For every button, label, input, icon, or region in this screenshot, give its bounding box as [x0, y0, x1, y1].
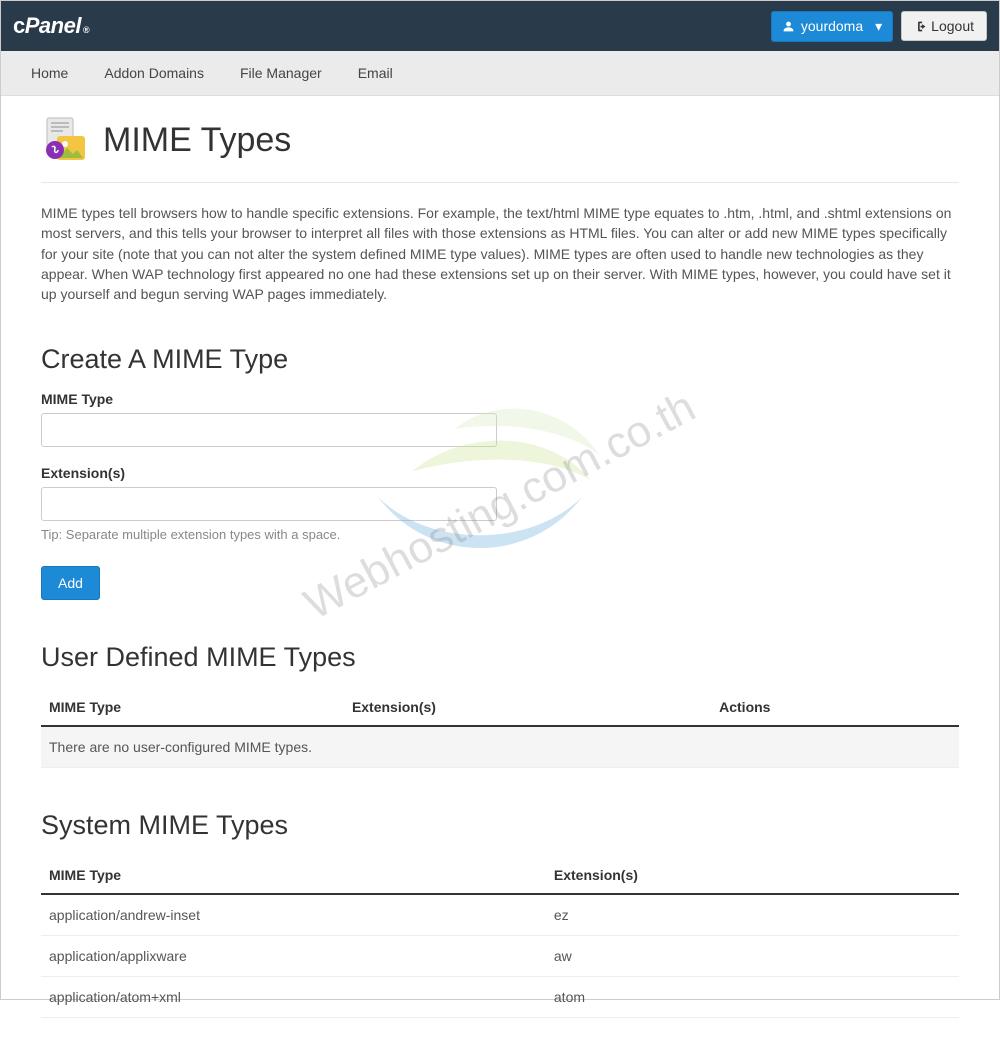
- extensions-input[interactable]: [41, 487, 497, 521]
- extensions-tip: Tip: Separate multiple extension types w…: [41, 527, 959, 542]
- table-row: application/applixwareaw: [41, 936, 959, 977]
- page-header: MIME Types: [41, 116, 959, 183]
- top-bar: cPanel® yourdoma ▾ Logout: [1, 1, 999, 51]
- system-row-ext: aw: [546, 936, 959, 977]
- user-label: yourdoma: [801, 18, 863, 34]
- add-button[interactable]: Add: [41, 566, 100, 600]
- mime-types-icon: [41, 116, 89, 164]
- system-table-col-mime: MIME Type: [41, 857, 546, 894]
- system-table: MIME Type Extension(s) application/andre…: [41, 857, 959, 1018]
- system-row-mime: application/applixware: [41, 936, 546, 977]
- page-content: MIME Types MIME types tell browsers how …: [1, 96, 999, 1038]
- user-table-col-ext: Extension(s): [344, 689, 711, 726]
- nav-item-addon-domains[interactable]: Addon Domains: [86, 51, 222, 95]
- mime-type-label: MIME Type: [41, 391, 959, 407]
- user-table-empty-text: There are no user-configured MIME types.: [41, 726, 959, 768]
- create-heading: Create A MIME Type: [41, 344, 959, 375]
- system-heading: System MIME Types: [41, 810, 959, 841]
- user-icon: [782, 20, 795, 33]
- brand-logo: cPanel®: [13, 13, 89, 39]
- user-table-col-actions: Actions: [711, 689, 959, 726]
- mime-type-input[interactable]: [41, 413, 497, 447]
- table-row: application/atom+xmlatom: [41, 977, 959, 1018]
- nav-item-file-manager[interactable]: File Manager: [222, 51, 340, 95]
- extensions-label: Extension(s): [41, 465, 959, 481]
- logout-button[interactable]: Logout: [901, 11, 987, 41]
- system-row-ext: ez: [546, 894, 959, 936]
- user-defined-table: MIME Type Extension(s) Actions There are…: [41, 689, 959, 768]
- caret-down-icon: ▾: [875, 18, 882, 35]
- table-row: application/andrew-insetez: [41, 894, 959, 936]
- system-table-col-ext: Extension(s): [546, 857, 959, 894]
- nav-item-home[interactable]: Home: [13, 51, 86, 95]
- logout-icon: [914, 20, 927, 33]
- user-menu-button[interactable]: yourdoma ▾: [771, 11, 893, 42]
- logout-label: Logout: [931, 18, 974, 34]
- nav-item-email[interactable]: Email: [340, 51, 411, 95]
- system-row-mime: application/andrew-inset: [41, 894, 546, 936]
- system-row-mime: application/atom+xml: [41, 977, 546, 1018]
- user-table-empty-row: There are no user-configured MIME types.: [41, 726, 959, 768]
- intro-text: MIME types tell browsers how to handle s…: [41, 203, 959, 304]
- user-defined-heading: User Defined MIME Types: [41, 642, 959, 673]
- user-table-col-mime: MIME Type: [41, 689, 344, 726]
- main-nav: Home Addon Domains File Manager Email: [1, 51, 999, 96]
- system-row-ext: atom: [546, 977, 959, 1018]
- page-title: MIME Types: [103, 121, 291, 160]
